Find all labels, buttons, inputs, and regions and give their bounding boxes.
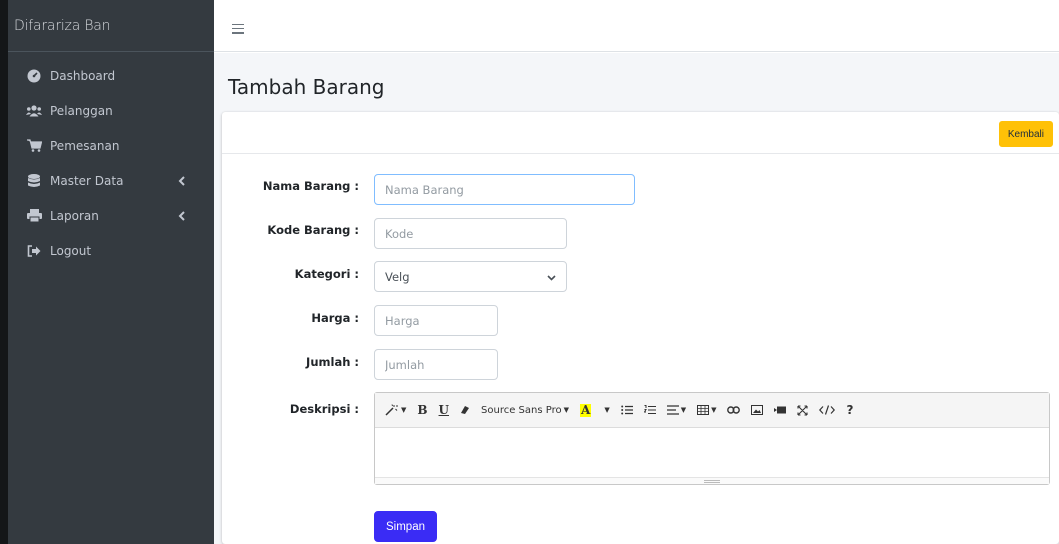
bold-icon[interactable]: B [417, 400, 427, 420]
kode-barang-input[interactable] [374, 218, 567, 249]
sidebar-item-master-data[interactable]: Master Data [8, 163, 214, 198]
card-header: Kembali [222, 112, 1059, 154]
deskripsi-label: Deskripsi : [289, 402, 359, 416]
users-icon [26, 104, 42, 118]
harga-label: Harga : [311, 311, 359, 325]
sidebar-item-pemesanan[interactable]: Pemesanan [8, 128, 214, 163]
paragraph-align-icon[interactable]: ▼ [666, 400, 686, 420]
sidebar-item-dashboard[interactable]: Dashboard [8, 58, 214, 93]
chevron-left-icon [178, 175, 186, 186]
sidebar: Difarariza Ban Dashboard Pelanggan Pemes… [8, 0, 214, 544]
text-color-icon: A [580, 402, 592, 417]
jumlah-input[interactable] [374, 349, 498, 380]
sign-out-icon [26, 244, 42, 258]
color-dropdown-caret[interactable]: ▼ [602, 400, 609, 420]
unordered-list-icon[interactable] [620, 400, 633, 420]
content-wrapper: Tambah Barang Kembali Nama Barang : Kode… [214, 53, 1059, 544]
sidebar-item-logout[interactable]: Logout [8, 233, 214, 268]
chevron-down-icon [547, 270, 556, 284]
editor-resize-handle[interactable] [375, 477, 1049, 484]
brand-text: Difarariza Ban [14, 17, 111, 34]
font-family-label: Source Sans Pro [481, 404, 562, 416]
sidebar-item-label: Logout [50, 243, 92, 258]
fullscreen-icon[interactable] [797, 400, 809, 420]
picture-icon[interactable] [751, 400, 764, 420]
sidebar-item-label: Pelanggan [50, 103, 113, 118]
database-icon [26, 173, 42, 188]
sidebar-nav: Dashboard Pelanggan Pemesanan Master Dat… [8, 52, 214, 268]
kategori-select[interactable]: Velg [374, 261, 567, 292]
sidebar-item-pelanggan[interactable]: Pelanggan [8, 93, 214, 128]
code-view-icon[interactable] [819, 400, 836, 420]
link-icon[interactable] [727, 400, 741, 420]
sidebar-item-label: Dashboard [50, 68, 116, 83]
page-title: Tambah Barang [228, 75, 385, 99]
help-icon[interactable]: ? [846, 400, 853, 420]
kategori-selected-value: Velg [385, 269, 410, 284]
kode-barang-label: Kode Barang : [267, 223, 359, 237]
print-icon [26, 209, 42, 223]
jumlah-label: Jumlah : [306, 355, 359, 369]
editor-toolbar: ▼ B U Source Sans Pro ▼ A ▼ ▼ ▼ ? [375, 393, 1049, 428]
ordered-list-icon[interactable] [643, 400, 656, 420]
video-icon[interactable] [774, 400, 787, 420]
rich-text-editor: ▼ B U Source Sans Pro ▼ A ▼ ▼ ▼ ? [374, 392, 1050, 485]
editor-content-area[interactable] [375, 428, 1049, 477]
chevron-left-icon [178, 210, 186, 221]
text-color-button[interactable]: A [580, 400, 592, 420]
sidebar-item-label: Master Data [50, 173, 124, 188]
tachometer-icon [26, 69, 42, 83]
nama-barang-input[interactable] [374, 174, 635, 205]
back-button[interactable]: Kembali [998, 121, 1053, 147]
font-family-dropdown[interactable]: Source Sans Pro ▼ [481, 400, 569, 420]
save-button[interactable]: Simpan [374, 511, 437, 542]
sidebar-item-label: Laporan [50, 208, 99, 223]
underline-icon[interactable]: U [439, 400, 449, 420]
magic-style-icon[interactable]: ▼ [385, 400, 406, 420]
hamburger-menu-icon[interactable] [232, 24, 244, 34]
table-icon[interactable]: ▼ [697, 400, 716, 420]
eraser-icon[interactable] [460, 400, 470, 420]
window-edge [0, 0, 8, 544]
kategori-label: Kategori : [294, 267, 359, 281]
harga-input[interactable] [374, 305, 498, 336]
top-navbar [214, 0, 1059, 52]
sidebar-item-laporan[interactable]: Laporan [8, 198, 214, 233]
brand-link[interactable]: Difarariza Ban [8, 0, 214, 52]
sidebar-item-label: Pemesanan [50, 138, 120, 153]
shopping-cart-icon [26, 139, 42, 153]
form-card: Kembali Nama Barang : Kode Barang : Kate… [222, 112, 1059, 544]
nama-barang-label: Nama Barang : [262, 179, 359, 193]
